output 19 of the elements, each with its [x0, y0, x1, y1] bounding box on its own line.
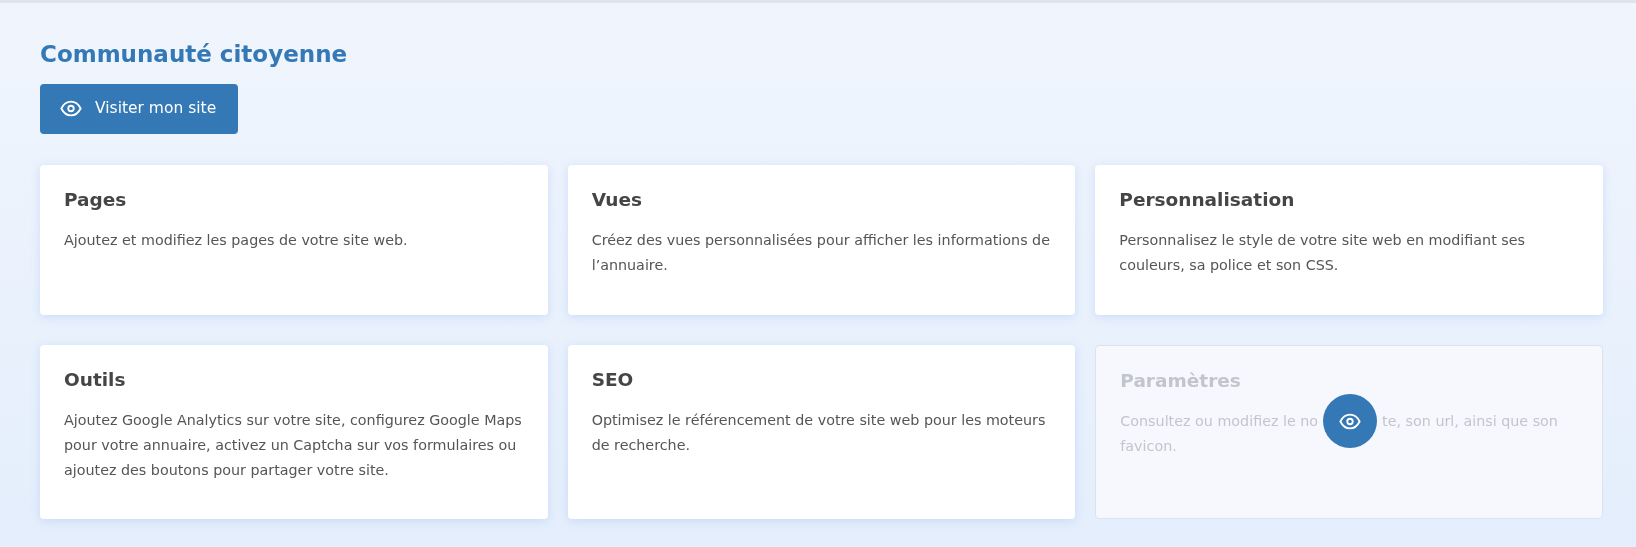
eye-icon — [1339, 412, 1362, 430]
card-description: Créez des vues personnalisées pour afficher les informations de l’annuaire. — [591, 230, 1051, 275]
settings-card[interactable]: Pages Ajoutez et modifiez les pages de votre site web. — [40, 164, 548, 315]
card-title: Vues — [591, 188, 644, 211]
card-title: Pages — [64, 188, 128, 211]
card-title: Outils — [64, 368, 127, 391]
page-title: Communauté citoyenne — [40, 41, 349, 69]
card-title: SEO — [591, 368, 635, 391]
card-description: Optimisez le référencement de votre site web pour les moteurs de recherche. — [591, 410, 1047, 455]
settings-card[interactable]: Vues Créez des vues personnalisées pour afficher les informations de l’annuaire. — [567, 164, 1076, 315]
settings-card[interactable]: Outils Ajoutez Google Analytics sur votre site, configurez Google Maps pour votre annuaire, activez un Captcha sur vos formulaires ou ajoutez des boutons pour partager votre site. — [40, 344, 548, 519]
card-description: Ajoutez Google Analytics sur votre site, configurez Google Maps pour votre annuaire, activez un Captcha sur vos formulaires ou ajoutez des boutons pour partager votre site. — [64, 410, 523, 480]
settings-card[interactable]: Personnalisation Personnalisez le style de votre site web en modifiant ses couleurs, sa police et son CSS. — [1095, 164, 1603, 315]
card-title: Personnalisation — [1119, 188, 1296, 211]
card-description: Ajoutez et modifiez les pages de votre site web. — [64, 230, 409, 250]
visit-site-button[interactable]: Visiter mon site — [40, 83, 239, 134]
card-description: Personnalisez le style de votre site web en modifiant ses couleurs, sa police et son CSS. — [1119, 230, 1526, 275]
eye-icon — [60, 100, 82, 118]
settings-card[interactable]: SEO Optimisez le référencement de votre site web pour les moteurs de recherche. — [567, 344, 1076, 519]
